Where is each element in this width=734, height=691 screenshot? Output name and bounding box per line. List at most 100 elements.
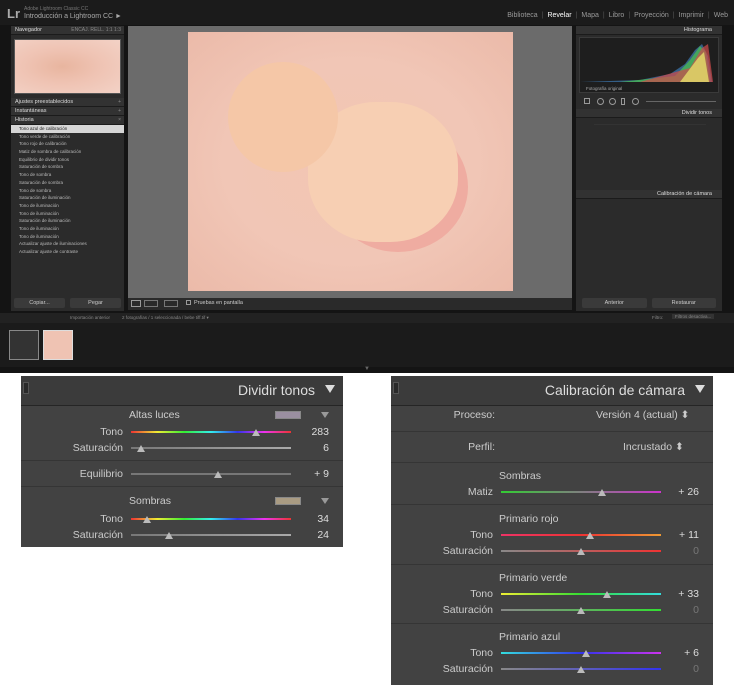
bottom-panel-arrow-icon[interactable]: ▼: [364, 366, 370, 372]
collapse-triangle-icon[interactable]: [325, 385, 335, 393]
copy-button[interactable]: Copiar...: [14, 298, 65, 308]
tint-value[interactable]: + 26: [669, 486, 699, 498]
crop-tool-icon[interactable]: [584, 98, 590, 104]
history-item[interactable]: Actualizar ajuste de iluminaciones: [11, 240, 124, 248]
reset-button[interactable]: Restaurar: [651, 298, 716, 308]
blue-sat-knob[interactable]: [577, 666, 585, 673]
blue-sat-value[interactable]: 0: [669, 663, 699, 675]
history-item[interactable]: Saturación de iluminación: [11, 194, 124, 202]
camera-calibration-header[interactable]: Calibración de cámara: [576, 190, 722, 199]
hl-tone-knob[interactable]: [251, 429, 260, 436]
presets-header[interactable]: Ajustes preestablecidos +: [11, 98, 124, 107]
module-proyeccion[interactable]: Proyección: [634, 12, 669, 19]
history-item[interactable]: Equilibrio de dividir tonos: [11, 156, 124, 164]
history-item[interactable]: Saturación de sombra: [11, 179, 124, 187]
process-dropdown[interactable]: Versión 4 (actual) ⬍: [596, 409, 689, 421]
filmstrip-info[interactable]: 2 fotografías / 1 seleccionada / bebe ti…: [122, 315, 209, 321]
hl-sat-value[interactable]: 6: [299, 442, 329, 454]
balance-value[interactable]: + 9: [299, 468, 329, 480]
shadows-menu-icon[interactable]: [321, 498, 329, 504]
module-web[interactable]: Web: [714, 12, 728, 19]
history-item[interactable]: Saturación de sombra: [11, 163, 124, 171]
paste-button[interactable]: Pegar: [70, 298, 121, 308]
brush-slider[interactable]: [646, 101, 716, 102]
hl-sat-slider[interactable]: [131, 447, 291, 449]
red-hue-value[interactable]: + 11: [669, 529, 699, 541]
thumbnail-1[interactable]: [9, 330, 39, 360]
module-imprimir[interactable]: Imprimir: [679, 12, 704, 19]
history-item[interactable]: Saturación de iluminación: [11, 217, 124, 225]
hl-tone-slider[interactable]: [131, 431, 291, 433]
sh-sat-knob[interactable]: [165, 532, 174, 539]
module-biblioteca[interactable]: Biblioteca: [507, 12, 537, 19]
snapshots-header[interactable]: Instantáneas +: [11, 107, 124, 116]
hl-sat-knob[interactable]: [136, 445, 145, 452]
clear-history-icon[interactable]: ×: [118, 116, 121, 125]
green-hue-value[interactable]: + 33: [669, 588, 699, 600]
compare-view-icon[interactable]: [164, 300, 178, 307]
hl-tone-value[interactable]: 283: [299, 426, 329, 438]
history-header[interactable]: Historia ×: [11, 116, 124, 125]
red-hue-knob[interactable]: [585, 532, 594, 539]
histogram-header[interactable]: Histograma: [576, 26, 722, 35]
spot-removal-icon[interactable]: [597, 98, 604, 105]
tint-knob[interactable]: [597, 489, 606, 496]
history-item[interactable]: Tono verde de calibración: [11, 133, 124, 141]
sh-tone-knob[interactable]: [143, 516, 151, 523]
radial-filter-icon[interactable]: [632, 98, 639, 105]
sh-tone-value[interactable]: 34: [299, 513, 329, 525]
history-item[interactable]: Tono de iluminación: [11, 233, 124, 241]
split-toning-header[interactable]: Dividir tonos: [576, 109, 722, 118]
soft-proof-checkbox[interactable]: [186, 300, 191, 305]
module-libro[interactable]: Libro: [609, 12, 625, 19]
sh-tone-slider[interactable]: [131, 518, 291, 520]
camera-calibration-panel-header[interactable]: Calibración de cámara: [391, 376, 713, 406]
history-item[interactable]: Matiz de sombra de calibración: [11, 148, 124, 156]
highlights-swatch[interactable]: [275, 411, 301, 419]
sh-sat-value[interactable]: 24: [299, 529, 329, 541]
balance-slider[interactable]: [131, 473, 291, 475]
red-sat-knob[interactable]: [577, 548, 585, 555]
history-item[interactable]: Tono de sombra: [11, 171, 124, 179]
history-item[interactable]: Tono de sombra: [11, 187, 124, 195]
history-item[interactable]: Actualizar ajuste de contraste: [11, 248, 124, 256]
red-eye-icon[interactable]: [609, 98, 616, 105]
history-item[interactable]: Tono de iluminación: [11, 202, 124, 210]
green-sat-knob[interactable]: [577, 607, 585, 614]
add-snapshot-icon[interactable]: +: [118, 107, 121, 116]
history-item[interactable]: Tono de iluminación: [11, 210, 124, 218]
green-hue-slider[interactable]: [501, 593, 661, 595]
photo-newborn[interactable]: [188, 32, 513, 291]
loupe-view-icon[interactable]: [131, 300, 141, 307]
catalog-title[interactable]: Introducción a Lightroom CC ►: [24, 13, 122, 20]
before-after-icon[interactable]: [144, 300, 158, 307]
filmstrip-source[interactable]: Importación anterior: [70, 315, 110, 320]
history-item[interactable]: Tono de iluminación: [11, 225, 124, 233]
module-mapa[interactable]: Mapa: [581, 12, 599, 19]
red-sat-value[interactable]: 0: [669, 545, 699, 557]
green-sat-value[interactable]: 0: [669, 604, 699, 616]
blue-hue-knob[interactable]: [581, 650, 590, 657]
highlights-menu-icon[interactable]: [321, 412, 329, 418]
previous-button[interactable]: Anterior: [582, 298, 647, 308]
tint-slider[interactable]: [501, 491, 661, 493]
add-preset-icon[interactable]: +: [118, 98, 121, 107]
red-hue-slider[interactable]: [501, 534, 661, 536]
navigator-zoom-options[interactable]: ENCAJ. RELL. 1:1 1:3: [71, 26, 121, 35]
module-revelar[interactable]: Revelar: [547, 12, 571, 19]
graduated-filter-icon[interactable]: [621, 98, 625, 105]
history-item[interactable]: Tono azul de calibración: [11, 125, 124, 133]
profile-dropdown[interactable]: Incrustado ⬍: [623, 441, 684, 453]
shadows-swatch[interactable]: [275, 497, 301, 505]
thumbnail-2-selected[interactable]: [43, 330, 73, 360]
balance-knob[interactable]: [214, 471, 223, 478]
green-hue-knob[interactable]: [603, 591, 612, 598]
filter-dropdown[interactable]: Filtros desactiva...: [672, 314, 715, 319]
sh-sat-slider[interactable]: [131, 534, 291, 536]
history-item[interactable]: Tono rojo de calibración: [11, 140, 124, 148]
navigator-preview[interactable]: [14, 39, 121, 94]
split-toning-panel-header[interactable]: Dividir tonos: [21, 376, 343, 406]
blue-hue-value[interactable]: + 6: [669, 647, 699, 659]
collapse-triangle-icon[interactable]: [695, 385, 705, 393]
navigator-header[interactable]: Navegador ENCAJ. RELL. 1:1 1:3: [11, 26, 124, 35]
